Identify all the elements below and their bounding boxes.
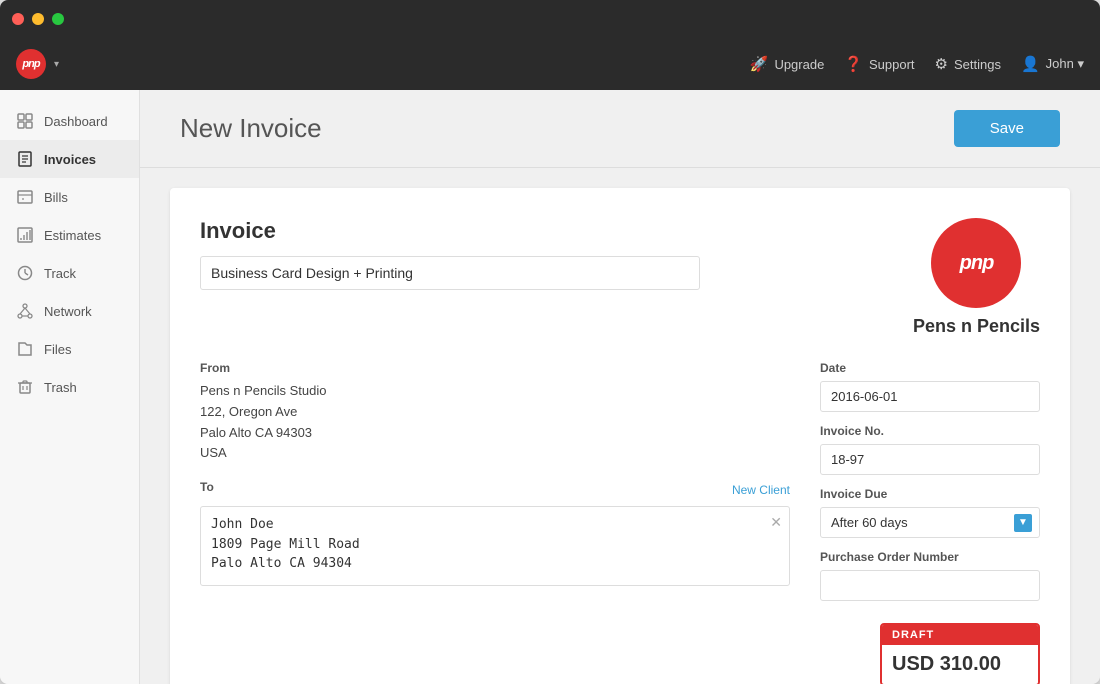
from-line3: Palo Alto CA 94303 xyxy=(200,423,790,444)
company-name: Pens n Pencils xyxy=(913,316,1040,337)
estimates-label: Estimates xyxy=(44,228,101,243)
settings-label: Settings xyxy=(954,57,1001,72)
invoice-top: Invoice pnp Pens n Pencils xyxy=(200,218,1040,337)
from-label: From xyxy=(200,361,790,375)
invoice-no-field: Invoice No. xyxy=(820,424,1040,475)
main-layout: Dashboard Invoices Bills Estimates xyxy=(0,90,1100,684)
draft-label: DRAFT xyxy=(882,625,1038,645)
rocket-icon: 🚀 xyxy=(750,55,769,73)
trash-label: Trash xyxy=(44,380,77,395)
top-nav: pnp ▾ 🚀 Upgrade ❓ Support ⚙ Settings 👤 J… xyxy=(0,38,1100,90)
trash-icon xyxy=(16,378,34,396)
sidebar-item-files[interactable]: Files xyxy=(0,330,139,368)
invoice-due-select[interactable]: After 30 days After 60 days After 90 day… xyxy=(820,507,1040,538)
invoice-no-input[interactable] xyxy=(820,444,1040,475)
dashboard-label: Dashboard xyxy=(44,114,108,129)
po-number-label: Purchase Order Number xyxy=(820,550,1040,564)
page-header: New Invoice Save xyxy=(140,90,1100,168)
invoice-body: Invoice pnp Pens n Pencils From xyxy=(170,188,1070,684)
from-line2: 122, Oregon Ave xyxy=(200,402,790,423)
maximize-button[interactable] xyxy=(52,13,64,25)
sidebar-item-trash[interactable]: Trash xyxy=(0,368,139,406)
track-label: Track xyxy=(44,266,76,281)
upgrade-label: Upgrade xyxy=(774,57,824,72)
date-label: Date xyxy=(820,361,1040,375)
from-value: Pens n Pencils Studio 122, Oregon Ave Pa… xyxy=(200,381,790,464)
to-textarea-wrap: John Doe 1809 Page Mill Road Palo Alto C… xyxy=(200,506,790,591)
save-button[interactable]: Save xyxy=(954,110,1060,147)
po-number-field: Purchase Order Number xyxy=(820,550,1040,601)
invoices-label: Invoices xyxy=(44,152,96,167)
to-label-row: To New Client xyxy=(200,480,790,500)
from-to-col: From Pens n Pencils Studio 122, Oregon A… xyxy=(200,361,790,684)
bills-icon xyxy=(16,188,34,206)
estimates-icon xyxy=(16,226,34,244)
minimize-button[interactable] xyxy=(32,13,44,25)
invoices-icon xyxy=(16,150,34,168)
draft-box: DRAFT USD 310.00 xyxy=(880,623,1040,684)
bills-label: Bills xyxy=(44,190,68,205)
clear-to-button[interactable]: ✕ xyxy=(770,514,782,531)
track-icon xyxy=(16,264,34,282)
content-area: New Invoice Save Invoice pnp Pens n Penc… xyxy=(140,90,1100,684)
date-field: Date xyxy=(820,361,1040,412)
sidebar: Dashboard Invoices Bills Estimates xyxy=(0,90,140,684)
support-label: Support xyxy=(869,57,915,72)
company-logo: pnp xyxy=(931,218,1021,308)
user-icon: 👤 xyxy=(1021,55,1040,73)
nav-right: 🚀 Upgrade ❓ Support ⚙ Settings 👤 John ▾ xyxy=(750,55,1084,73)
support-nav-item[interactable]: ❓ Support xyxy=(844,55,914,73)
to-label: To xyxy=(200,480,214,494)
network-label: Network xyxy=(44,304,92,319)
network-icon xyxy=(16,302,34,320)
title-bar xyxy=(0,0,1100,38)
gear-icon: ⚙ xyxy=(935,55,948,73)
files-label: Files xyxy=(44,342,71,357)
sidebar-item-invoices[interactable]: Invoices xyxy=(0,140,139,178)
sidebar-item-dashboard[interactable]: Dashboard xyxy=(0,102,139,140)
invoice-name-input[interactable] xyxy=(200,256,700,290)
close-button[interactable] xyxy=(12,13,24,25)
form-fields-row: From Pens n Pencils Studio 122, Oregon A… xyxy=(200,361,1040,684)
invoice-heading: Invoice xyxy=(200,218,913,244)
page-title: New Invoice xyxy=(180,113,322,144)
invoice-no-label: Invoice No. xyxy=(820,424,1040,438)
invoice-left: Invoice xyxy=(200,218,913,290)
to-section: To New Client John Doe 1809 Page Mill Ro… xyxy=(200,480,790,591)
right-fields-col: Date Invoice No. Invoice Due After 30 da xyxy=(820,361,1040,684)
sidebar-item-bills[interactable]: Bills xyxy=(0,178,139,216)
files-icon xyxy=(16,340,34,358)
user-label: John ▾ xyxy=(1046,56,1084,72)
dashboard-icon xyxy=(16,112,34,130)
sidebar-item-track[interactable]: Track xyxy=(0,254,139,292)
company-logo-text: pnp xyxy=(960,252,994,275)
app-window: pnp ▾ 🚀 Upgrade ❓ Support ⚙ Settings 👤 J… xyxy=(0,0,1100,684)
invoice-right: pnp Pens n Pencils xyxy=(913,218,1040,337)
draft-amount: USD 310.00 xyxy=(882,645,1038,684)
new-client-link[interactable]: New Client xyxy=(732,483,790,497)
from-line4: USA xyxy=(200,443,790,464)
sidebar-item-network[interactable]: Network xyxy=(0,292,139,330)
logo-text: pnp xyxy=(22,58,39,70)
invoice-due-field: Invoice Due After 30 days After 60 days … xyxy=(820,487,1040,538)
app-logo[interactable]: pnp ▾ xyxy=(16,49,59,79)
logo-chevron: ▾ xyxy=(54,59,59,70)
invoice-due-select-wrap: After 30 days After 60 days After 90 day… xyxy=(820,507,1040,538)
invoice-due-label: Invoice Due xyxy=(820,487,1040,501)
date-input[interactable] xyxy=(820,381,1040,412)
question-icon: ❓ xyxy=(844,55,863,73)
to-textarea[interactable]: John Doe 1809 Page Mill Road Palo Alto C… xyxy=(200,506,790,586)
logo-circle: pnp xyxy=(16,49,46,79)
sidebar-item-estimates[interactable]: Estimates xyxy=(0,216,139,254)
settings-nav-item[interactable]: ⚙ Settings xyxy=(935,55,1001,73)
po-number-input[interactable] xyxy=(820,570,1040,601)
upgrade-nav-item[interactable]: 🚀 Upgrade xyxy=(750,55,825,73)
user-nav-item[interactable]: 👤 John ▾ xyxy=(1021,55,1084,73)
from-line1: Pens n Pencils Studio xyxy=(200,381,790,402)
draft-section: DRAFT USD 310.00 xyxy=(820,613,1040,684)
